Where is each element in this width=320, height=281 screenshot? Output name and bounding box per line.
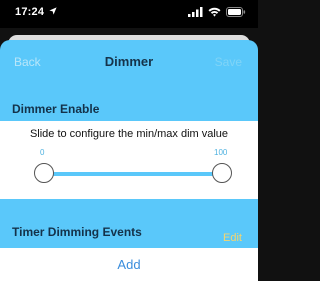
nav-bar: Back Dimmer Save [0, 40, 258, 84]
status-time: 17:24 [15, 6, 58, 18]
status-bar: 17:24 [0, 0, 258, 28]
add-button[interactable]: Add [0, 257, 258, 272]
timer-dimming-events-title: Timer Dimming Events [12, 225, 142, 239]
slider-min-thumb[interactable] [34, 163, 54, 183]
battery-icon [226, 7, 246, 17]
slider-max-label: 100 [214, 148, 228, 157]
slider-min-label: 0 [40, 148, 45, 157]
wifi-icon [208, 7, 221, 17]
edit-button[interactable]: Edit [223, 232, 242, 244]
add-row[interactable]: Add [0, 248, 258, 281]
slider-caption: Slide to configure the min/max dim value [29, 128, 229, 140]
dim-range-slider-panel: Slide to configure the min/max dim value… [0, 121, 258, 199]
status-time-text: 17:24 [15, 6, 45, 18]
signal-bars-icon [188, 7, 203, 17]
save-button[interactable]: Save [215, 55, 242, 69]
slider-track[interactable] [44, 172, 220, 176]
status-icons [188, 7, 246, 17]
dimmer-enable-title: Dimmer Enable [12, 102, 100, 116]
location-arrow-icon [49, 7, 58, 15]
slider-max-thumb[interactable] [212, 163, 232, 183]
dimmer-sheet: Back Dimmer Save Dimmer Enable Slide to … [0, 40, 258, 281]
